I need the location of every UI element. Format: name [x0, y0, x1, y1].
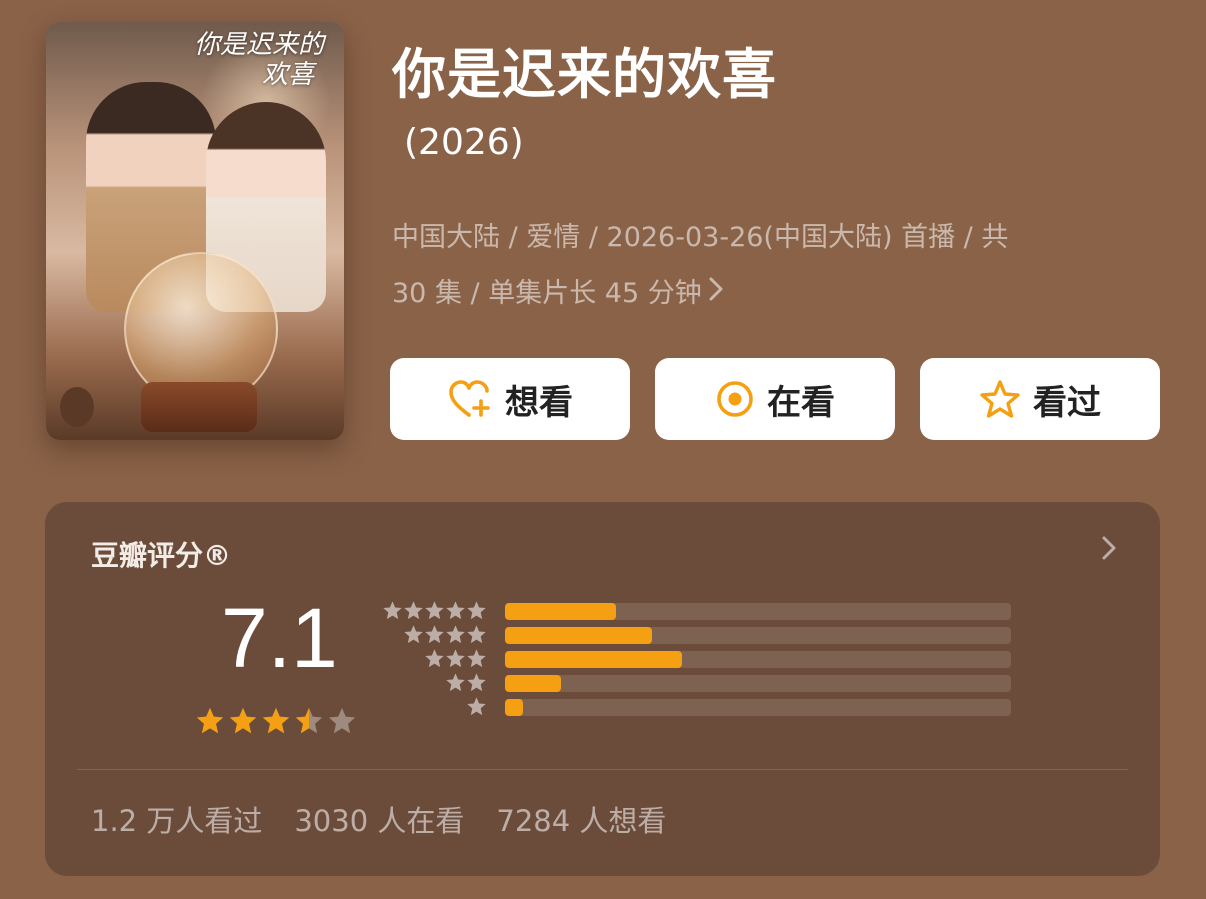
watched-label: 看过 — [1033, 382, 1101, 423]
rating-card[interactable]: 豆瓣评分® 7.1 1.2 万人看过 3030 人在看 7284 人想看 — [45, 502, 1160, 876]
rating-stars — [195, 706, 357, 736]
poster-globe-base — [141, 382, 257, 432]
divider — [77, 769, 1128, 770]
meta-info[interactable]: 中国大陆 / 爱情 / 2026-03-26(中国大陆) 首播 / 共 30 集… — [392, 210, 1152, 322]
rating-row-stars — [424, 648, 487, 669]
target-icon — [715, 379, 755, 419]
star-small-icon — [446, 601, 465, 620]
star-small-icon — [467, 601, 486, 620]
rating-bar-fill — [505, 699, 523, 716]
star-small-icon — [425, 601, 444, 620]
poster-title-line1: 你是迟来的 — [194, 30, 325, 60]
rating-bar-fill — [505, 675, 561, 692]
want-to-watch-label: 想看 — [505, 382, 573, 423]
star-small-icon — [467, 625, 486, 644]
star-small-icon — [446, 673, 465, 692]
meta-line-2: 30 集 / 单集片长 45 分钟 — [392, 266, 1152, 322]
rating-header: 豆瓣评分® — [91, 539, 232, 572]
star-filled-icon — [196, 707, 224, 734]
watched-count: 1.2 万人看过 — [91, 804, 263, 838]
rating-bar-track — [505, 603, 1011, 620]
rating-bar-track — [505, 675, 1011, 692]
rating-row-4-star — [383, 624, 1013, 644]
chevron-right-icon[interactable] — [1100, 532, 1118, 570]
rating-bar-fill — [505, 603, 617, 620]
rating-row-stars — [403, 624, 487, 645]
rating-row-stars — [466, 696, 487, 717]
star-small-icon — [404, 601, 423, 620]
meta-line-1: 中国大陆 / 爱情 / 2026-03-26(中国大陆) 首播 / 共 — [392, 222, 1009, 253]
star-small-icon — [404, 625, 423, 644]
star-half-icon — [295, 707, 323, 734]
rating-bar-fill — [505, 627, 652, 644]
chevron-right-icon — [708, 266, 724, 322]
rating-bar-track — [505, 627, 1011, 644]
watching-button[interactable]: 在看 — [655, 358, 895, 440]
meta-line-2-text: 30 集 / 单集片长 45 分钟 — [392, 278, 702, 309]
poster-title-line2: 欢喜 — [262, 60, 315, 90]
star-filled-icon — [229, 707, 257, 734]
rating-row-stars — [382, 600, 487, 621]
release-year: (2026) — [404, 122, 524, 163]
want-to-watch-button[interactable]: 想看 — [390, 358, 630, 440]
wish-count: 7284 人想看 — [496, 804, 667, 838]
star-small-icon — [467, 697, 486, 716]
watching-count: 3030 人在看 — [294, 804, 465, 838]
poster-pinecone — [60, 387, 94, 427]
rating-score: 7.1 — [221, 591, 338, 685]
rating-bar-track — [505, 651, 1011, 668]
star-filled-icon — [262, 707, 290, 734]
star-small-icon — [383, 601, 402, 620]
star-small-icon — [467, 649, 486, 668]
star-small-icon — [467, 673, 486, 692]
star-small-icon — [425, 649, 444, 668]
heart-plus-icon — [447, 379, 493, 419]
rating-row-3-star — [383, 648, 1013, 668]
star-small-icon — [446, 625, 465, 644]
poster-title: 你是迟来的 欢喜 — [194, 30, 334, 90]
star-empty-icon — [328, 707, 356, 734]
watching-label: 在看 — [767, 382, 835, 423]
star-outline-icon — [979, 379, 1021, 419]
star-small-icon — [446, 649, 465, 668]
rating-row-2-star — [383, 672, 1013, 692]
watched-button[interactable]: 看过 — [920, 358, 1160, 440]
rating-bar-fill — [505, 651, 683, 668]
rating-stats: 1.2 万人看过 3030 人在看 7284 人想看 — [91, 798, 666, 840]
rating-row-5-star — [383, 600, 1013, 620]
rating-row-stars — [445, 672, 487, 693]
star-small-icon — [425, 625, 444, 644]
rating-row-1-star — [383, 696, 1013, 716]
page-title: 你是迟来的欢喜 — [392, 43, 777, 106]
poster-image[interactable]: 你是迟来的 欢喜 — [46, 22, 344, 440]
rating-bar-track — [505, 699, 1011, 716]
